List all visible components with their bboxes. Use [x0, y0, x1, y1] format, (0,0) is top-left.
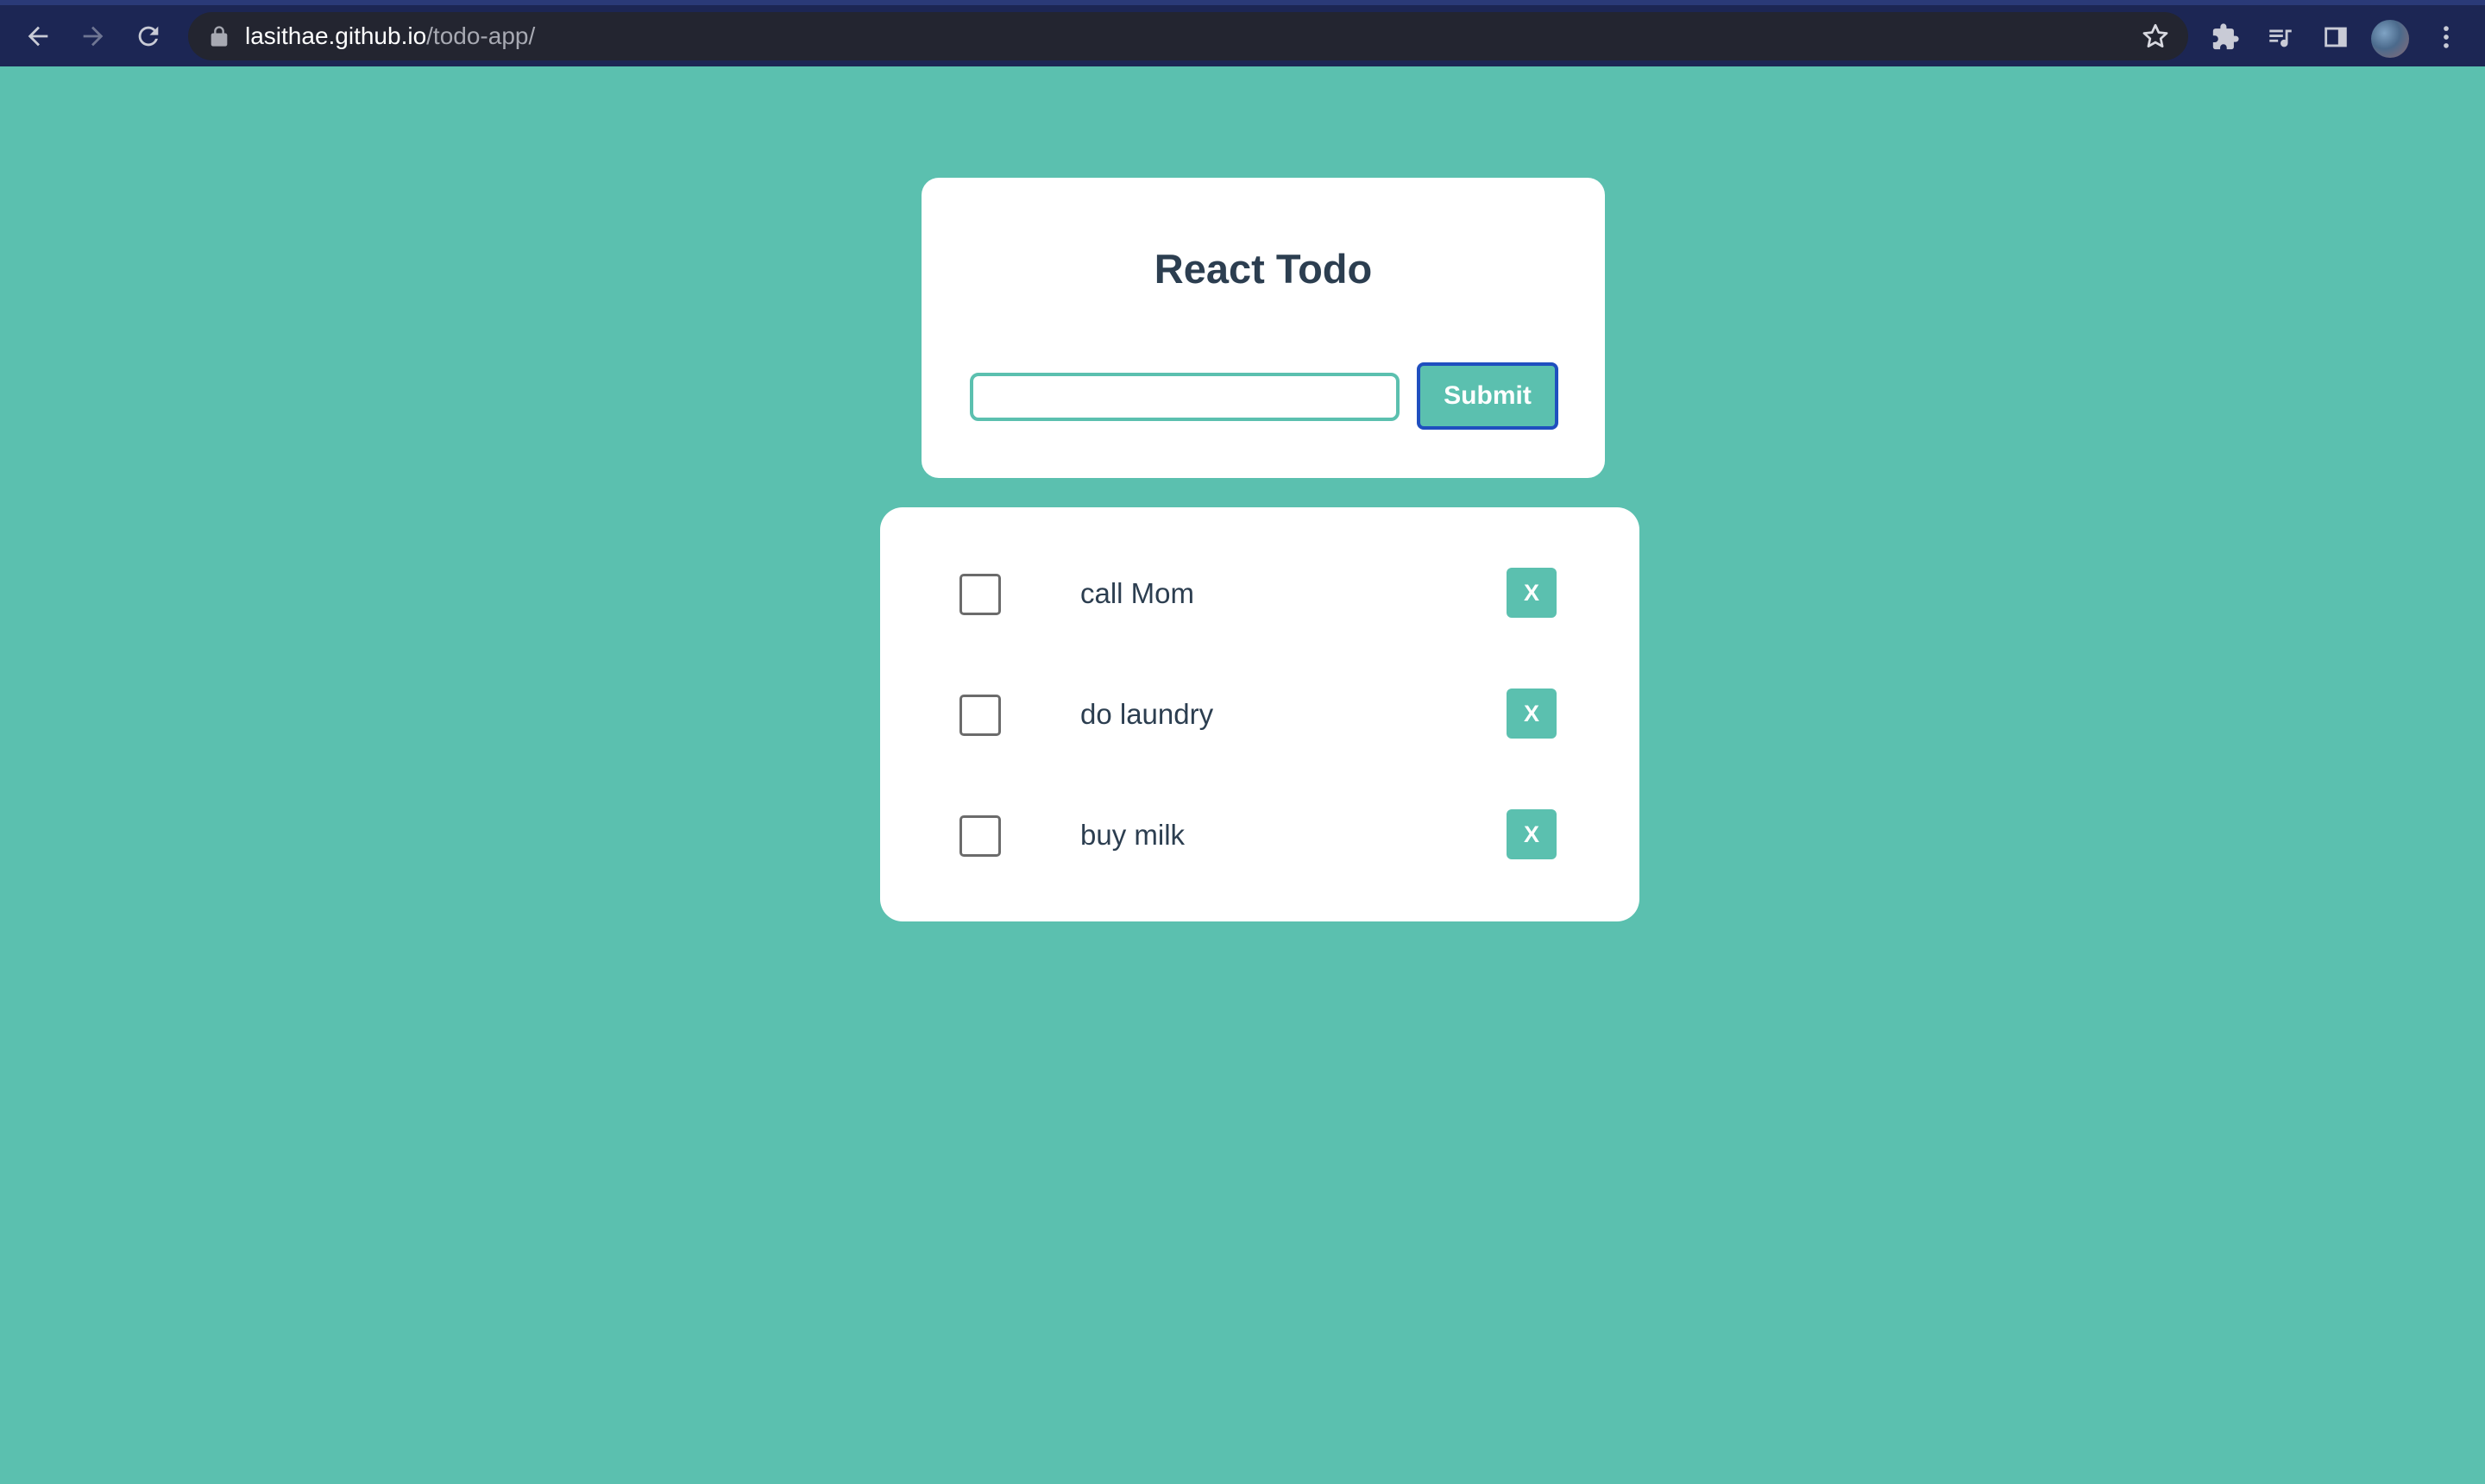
todo-checkbox[interactable]	[959, 574, 1001, 615]
url-path: /todo-app/	[426, 22, 536, 49]
back-button[interactable]	[19, 17, 57, 55]
reload-icon	[138, 26, 159, 47]
submit-button[interactable]: Submit	[1417, 362, 1558, 430]
list-item: call Mom X	[880, 568, 1639, 619]
back-arrow-icon	[28, 26, 48, 47]
todo-text: do laundry	[1080, 698, 1214, 730]
browser-toolbar: lasithae.github.io/todo-app/	[0, 0, 2485, 66]
todo-checkbox[interactable]	[959, 815, 1001, 857]
star-icon[interactable]	[2140, 21, 2171, 52]
forward-arrow-icon	[83, 26, 104, 47]
todo-checkbox[interactable]	[959, 695, 1001, 736]
kebab-menu-icon	[2444, 26, 2449, 48]
media-queue-button[interactable]	[2264, 21, 2297, 53]
todo-text: call Mom	[1080, 577, 1195, 609]
reload-button[interactable]	[129, 17, 167, 55]
todo-form-card: React Todo Submit	[922, 178, 1605, 478]
browser-menu-button[interactable]	[2430, 21, 2463, 53]
delete-button[interactable]: X	[1507, 568, 1557, 618]
url-host: lasithae.github.io	[245, 22, 427, 49]
extensions-puzzle-icon	[2212, 23, 2239, 50]
list-item: buy milk X	[880, 809, 1639, 861]
side-panel-icon	[2325, 27, 2347, 47]
extensions-button[interactable]	[2209, 21, 2242, 53]
todo-list: call Mom X do laundry X buy milk X	[880, 507, 1639, 921]
page-title: React Todo	[1154, 246, 1373, 292]
lock-icon	[211, 26, 228, 47]
todo-text: buy milk	[1080, 819, 1186, 851]
url-text: lasithae.github.io/todo-app/	[245, 12, 535, 60]
media-queue-icon	[2269, 29, 2292, 47]
forward-button[interactable]	[74, 17, 112, 55]
delete-button[interactable]: X	[1507, 689, 1557, 739]
profile-avatar[interactable]	[2371, 20, 2409, 58]
delete-button[interactable]: X	[1507, 809, 1557, 859]
side-panel-button[interactable]	[2319, 21, 2352, 53]
list-item: do laundry X	[880, 689, 1639, 740]
todo-input[interactable]	[970, 373, 1400, 421]
address-bar[interactable]: lasithae.github.io/todo-app/	[188, 12, 2188, 60]
